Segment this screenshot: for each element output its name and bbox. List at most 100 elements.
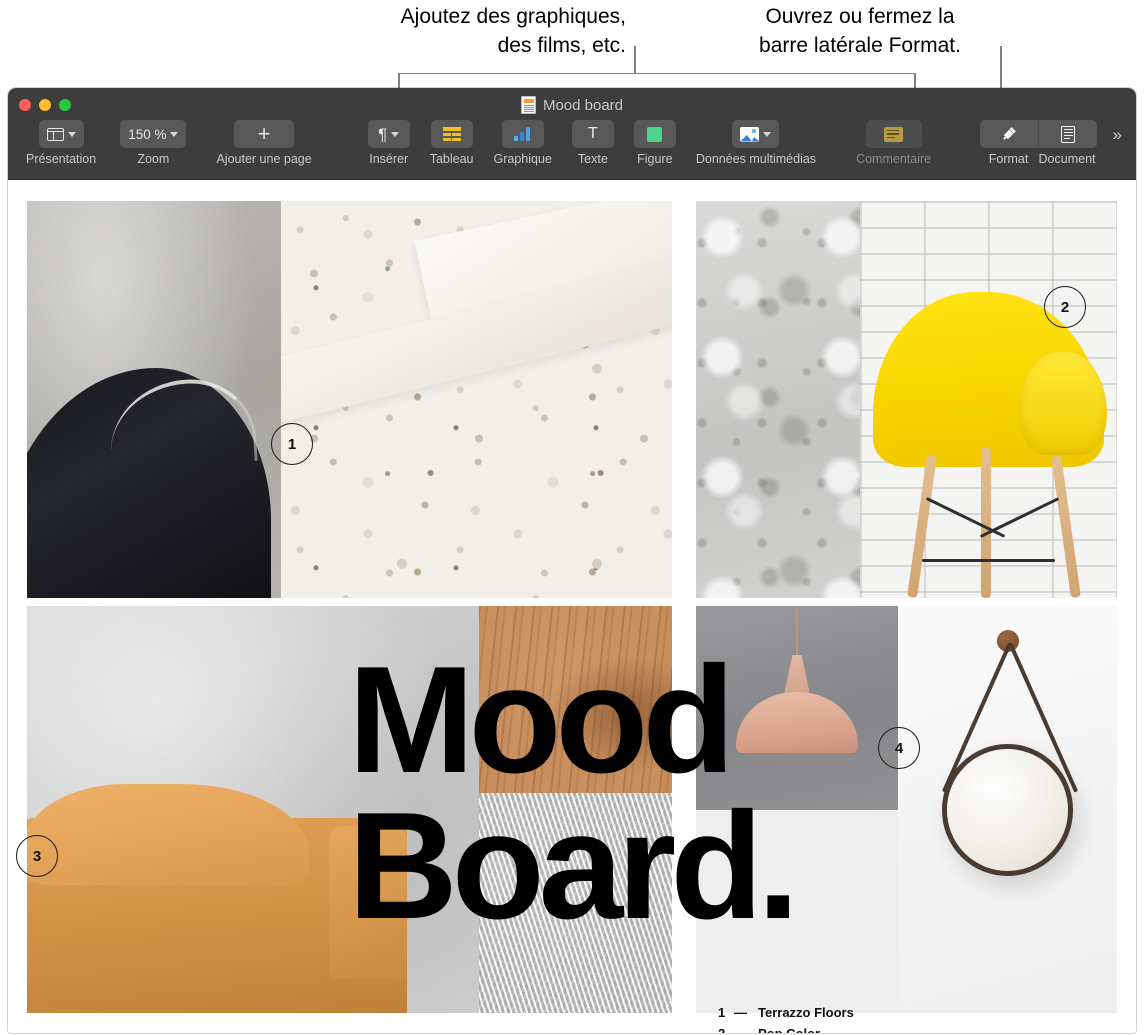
view-label: Présentation — [26, 152, 97, 166]
media-button[interactable] — [732, 120, 780, 148]
layout-icon — [46, 127, 64, 141]
chevron-down-icon — [391, 131, 400, 137]
zoom-value: 150 % — [128, 126, 167, 142]
chevron-down-icon — [170, 131, 179, 137]
zoom-button-control[interactable]: 150 % — [120, 120, 187, 148]
chart-icon — [513, 127, 532, 141]
zoom-label: Zoom — [137, 152, 170, 166]
toolbar-insert-group: ¶ Insérer Tableau Graphique T Texte Figu… — [362, 120, 822, 166]
document-label: Document — [1038, 152, 1096, 166]
plus-icon: + — [257, 121, 271, 146]
sofa-cushion-shape — [27, 783, 310, 886]
format-callout-text: Ouvrez ou fermez la barre latérale Forma… — [759, 5, 961, 57]
comment-label: Commentaire — [856, 152, 932, 166]
badge-1[interactable]: 1 — [271, 423, 313, 465]
shape-button[interactable] — [633, 120, 676, 148]
chair-arm-shape — [1019, 351, 1107, 456]
text-button[interactable]: T — [571, 120, 614, 148]
toolbar-item-chart[interactable]: Graphique — [487, 120, 557, 166]
toolbar-comment-group: Commentaire — [850, 120, 937, 166]
badge-3[interactable]: 3 — [16, 835, 58, 877]
media-callout-bracket-right-tick — [914, 72, 916, 89]
media-icon — [740, 126, 760, 142]
slide-headline[interactable]: Mood Board. — [348, 644, 799, 942]
table-button[interactable] — [430, 120, 473, 148]
toolbar-right-group: Format Document » — [979, 120, 1126, 166]
legend-list: 1 — Terrazzo Floors 2 — Pop Color 3 — Wa… — [718, 1005, 863, 1033]
round-hanging-mirror-photo[interactable] — [898, 606, 1117, 1013]
format-document-pair — [979, 120, 1097, 148]
terrazzo-slab-photo[interactable] — [281, 201, 672, 598]
badge-4[interactable]: 4 — [878, 727, 920, 769]
legend-label: Pop Color — [758, 1026, 820, 1033]
media-callout-leader-vertical — [634, 46, 636, 74]
pilcrow-icon: ¶ — [378, 124, 388, 144]
toolbar-item-shape[interactable]: Figure — [628, 120, 682, 166]
document-title: Mood board — [8, 96, 1136, 114]
annotation-callouts: Ajoutez des graphiques, des films, etc. … — [0, 0, 1144, 131]
toolbar-item-add-page[interactable]: + Ajouter une page — [210, 120, 317, 166]
toolbar-item-media[interactable]: Données multimédias — [690, 120, 822, 166]
table-label: Tableau — [429, 152, 474, 166]
format-label: Format — [988, 152, 1029, 166]
format-brush-icon — [999, 125, 1019, 143]
insert-label: Insérer — [369, 152, 409, 166]
media-callout-text: Ajoutez des graphiques, des films, etc. — [400, 5, 626, 57]
chair-leg — [980, 447, 991, 598]
add-page-button[interactable]: + — [234, 120, 295, 148]
badge-number: 3 — [32, 847, 42, 865]
chart-button[interactable] — [501, 120, 544, 148]
chevron-down-icon — [763, 131, 772, 137]
black-leather-chair-photo[interactable] — [27, 201, 281, 598]
toolbar: Présentation 150 % Zoom + Ajouter une pa… — [8, 120, 1136, 180]
legend-number: 2 — [718, 1026, 734, 1033]
legend-label: Terrazzo Floors — [758, 1005, 854, 1020]
toolbar-left-group: Présentation 150 % Zoom + Ajouter une pa… — [20, 120, 318, 166]
legend-number: 1 — [718, 1005, 726, 1020]
media-label: Données multimédias — [695, 152, 817, 166]
chair-shape — [27, 367, 271, 598]
window-titlebar[interactable]: Mood board Présentation 150 % Zoom + Ajo… — [8, 88, 1136, 180]
chair-wire — [979, 496, 1060, 538]
toolbar-item-text[interactable]: T Texte — [566, 120, 620, 166]
comment-icon — [884, 126, 904, 142]
chair-wire — [921, 559, 1056, 563]
toolbar-item-zoom[interactable]: 150 % Zoom — [114, 120, 192, 166]
legend-dash: — — [734, 1026, 758, 1033]
legend-dash: — — [734, 1005, 747, 1020]
badge-number: 4 — [894, 739, 904, 757]
text-t-icon: T — [587, 125, 598, 142]
document-icon — [1060, 125, 1075, 143]
chevron-down-icon — [67, 131, 76, 137]
toolbar-item-view[interactable]: Présentation — [20, 120, 102, 166]
keynote-window: Mood board Présentation 150 % Zoom + Ajo… — [8, 88, 1136, 1033]
badge-2[interactable]: 2 — [1044, 286, 1086, 328]
shape-label: Figure — [637, 152, 673, 166]
toolbar-item-table[interactable]: Tableau — [424, 120, 480, 166]
media-callout-bracket-horizontal — [398, 72, 916, 75]
slide-canvas[interactable]: 1 — Terrazzo Floors 2 — Pop Color 3 — Wa… — [8, 180, 1136, 1033]
document-title-text: Mood board — [542, 96, 624, 114]
format-button[interactable] — [979, 120, 1038, 148]
chart-label: Graphique — [493, 152, 552, 166]
lamp-cord — [795, 606, 798, 660]
slide[interactable]: 1 — Terrazzo Floors 2 — Pop Color 3 — Wa… — [8, 180, 1136, 1033]
comment-button[interactable] — [865, 120, 922, 148]
badge-number: 2 — [1060, 298, 1070, 316]
text-label: Texte — [577, 152, 608, 166]
legend-row: 1 — Terrazzo Floors — [718, 1005, 863, 1020]
view-button[interactable] — [38, 120, 84, 148]
insert-button[interactable]: ¶ — [367, 120, 410, 148]
chevron-double-right-icon[interactable]: » — [1113, 125, 1123, 145]
shape-icon — [647, 126, 663, 142]
yellow-eames-chair-photo[interactable] — [860, 201, 1117, 598]
chair-leg — [1050, 455, 1081, 598]
toolbar-overflow[interactable]: » — [1107, 120, 1126, 145]
toolbar-item-comment[interactable]: Commentaire — [850, 120, 937, 166]
media-callout-bracket-left-tick — [398, 72, 400, 89]
keynote-document-icon — [520, 96, 536, 114]
document-button[interactable] — [1038, 120, 1097, 148]
toolbar-item-insert[interactable]: ¶ Insérer — [362, 120, 416, 166]
legend-row: 2 — Pop Color — [718, 1026, 863, 1033]
concrete-wall-photo[interactable] — [696, 201, 860, 598]
